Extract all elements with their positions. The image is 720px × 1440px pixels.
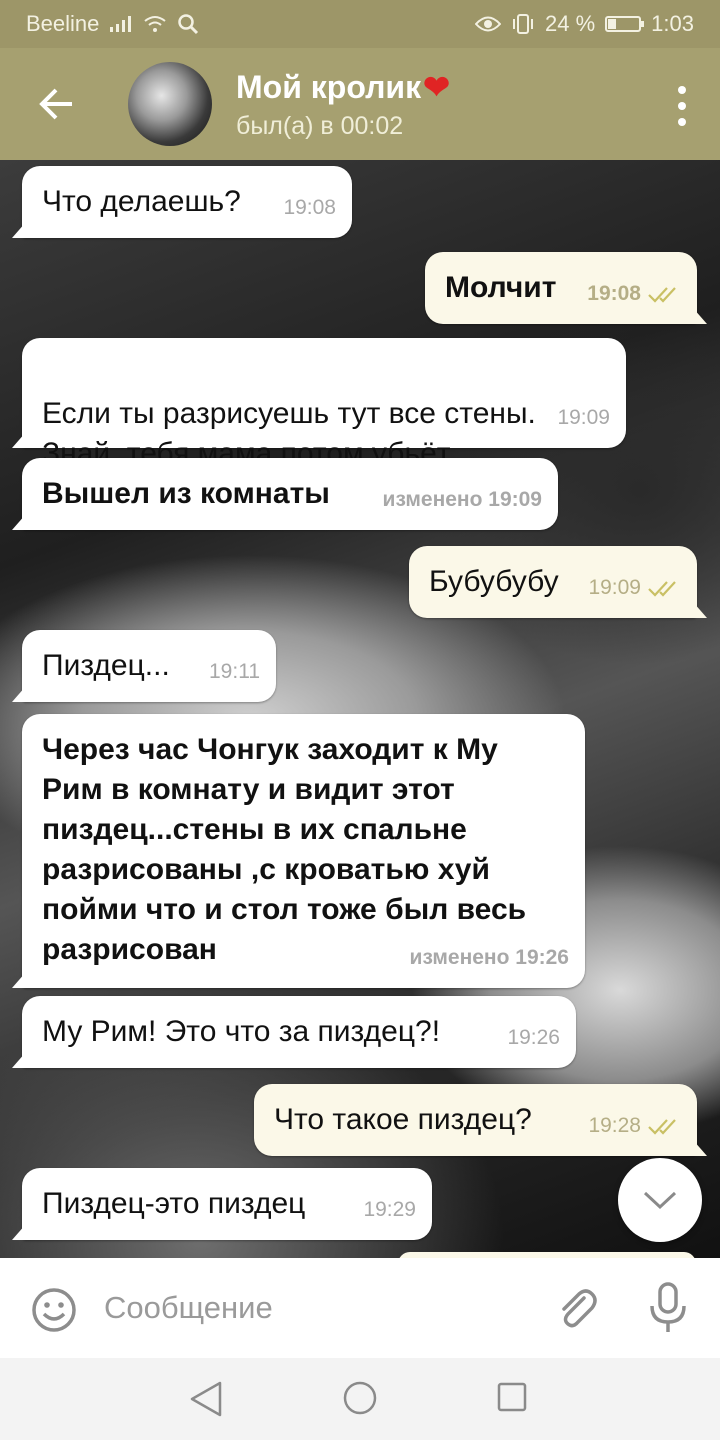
message-time: 19:08 <box>283 196 336 219</box>
system-nav-bar <box>0 1358 720 1440</box>
message-incoming[interactable]: Пиздец-это пиздец 19:29 <box>12 1168 432 1240</box>
scroll-down-button[interactable] <box>618 1158 702 1242</box>
message-incoming[interactable]: Пиздец... 19:11 <box>12 630 276 702</box>
message-outgoing[interactable]: Что такое пиздец? 19:28 <box>254 1084 707 1156</box>
chat-header: Мой кролик ❤ был(а) в 00:02 <box>0 48 720 160</box>
message-time: 19:09 <box>557 406 610 429</box>
avatar[interactable] <box>128 62 212 146</box>
message-incoming[interactable]: Му Рим! Это что за пиздец?! 19:26 <box>12 996 576 1068</box>
message-time: 19:29 <box>363 1198 416 1221</box>
more-vertical-icon[interactable] <box>676 86 688 126</box>
message-list[interactable]: Что делаешь? 19:08 Молчит 19:08 Если ты … <box>0 160 720 1258</box>
chevron-down-icon <box>643 1191 677 1210</box>
composer <box>0 1258 720 1358</box>
message-time: 19:26 <box>507 1026 560 1049</box>
message-text: Бубубубу <box>429 565 559 598</box>
double-check-icon <box>648 581 676 597</box>
message-incoming[interactable]: Если ты разрисуешь тут все стены. Знай, … <box>12 338 626 470</box>
last-seen-status: был(а) в 00:02 <box>236 112 404 140</box>
message-time: 19:28 <box>588 1114 641 1137</box>
message-incoming[interactable]: Вышел из комнаты изменено 19:09 <box>12 458 558 530</box>
contact-name-text: Мой кролик <box>236 68 422 105</box>
message-time: 19:08 <box>587 282 641 305</box>
message-time: изменено 19:26 <box>409 946 569 969</box>
heart-emoji: ❤ <box>423 69 450 105</box>
signal-icon <box>110 16 132 32</box>
wifi-icon <box>144 16 167 32</box>
message-text: Вышел из комнаты <box>42 477 330 510</box>
message-input[interactable] <box>104 1284 524 1332</box>
message-time: 19:09 <box>588 576 641 599</box>
double-check-icon <box>648 1119 676 1135</box>
contact-name[interactable]: Мой кролик ❤ <box>236 68 450 106</box>
nav-home-icon[interactable] <box>342 1380 378 1416</box>
message-text: Через час Чонгук заходит к Му Рим в комн… <box>42 733 527 966</box>
status-bar: Beeline 24 % 1:03 <box>0 0 720 48</box>
double-check-icon <box>648 287 676 303</box>
vibrate-icon <box>513 14 534 34</box>
nav-back-icon[interactable] <box>188 1380 224 1418</box>
nav-recent-apps-icon[interactable] <box>497 1382 527 1412</box>
paperclip-icon[interactable] <box>552 1284 600 1332</box>
arrow-left-icon[interactable] <box>32 80 80 128</box>
message-text: Что такое пиздец? <box>274 1103 532 1136</box>
message-time: 19:11 <box>209 660 260 683</box>
message-text: Пиздец... <box>42 649 170 682</box>
message-outgoing[interactable]: Бубубубу 19:09 <box>409 546 707 618</box>
carrier-label: Beeline <box>26 11 100 36</box>
eye-icon <box>475 16 502 32</box>
message-incoming[interactable]: Что делаешь? 19:08 <box>12 166 352 238</box>
message-text: Что делаешь? <box>42 185 241 218</box>
message-text: Му Рим! Это что за пиздец?! <box>42 1015 441 1048</box>
microphone-icon[interactable] <box>646 1282 690 1334</box>
battery-percent: 24 % <box>545 11 596 36</box>
message-text: Молчит <box>445 271 557 304</box>
message-incoming[interactable]: Через час Чонгук заходит к Му Рим в комн… <box>12 714 585 988</box>
message-text: Пиздец-это пиздец <box>42 1187 306 1220</box>
message-time: изменено 19:09 <box>382 488 542 511</box>
clock: 1:03 <box>651 11 694 36</box>
message-outgoing[interactable]: Молчит 19:08 <box>425 252 707 324</box>
search-icon <box>178 14 199 35</box>
battery-icon <box>605 16 645 32</box>
smile-icon[interactable] <box>30 1286 78 1334</box>
